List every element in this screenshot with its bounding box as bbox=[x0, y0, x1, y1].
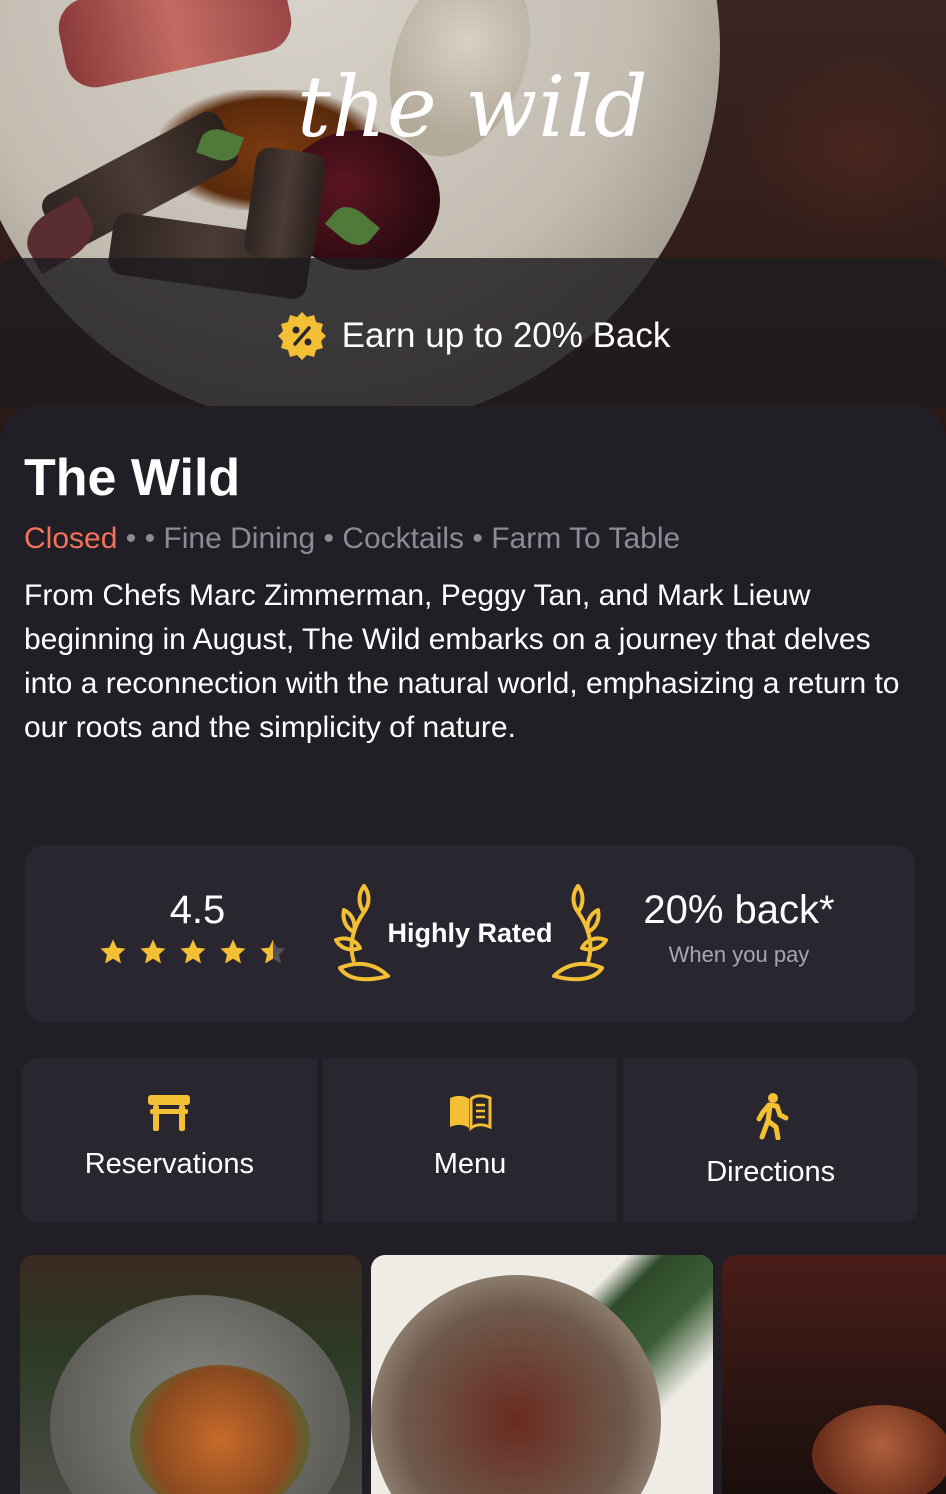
star-rating bbox=[98, 937, 288, 967]
menu-label: Menu bbox=[433, 1148, 507, 1180]
action-bar: Reservations Menu Directions bbox=[22, 1058, 919, 1223]
menu-button[interactable]: Menu bbox=[322, 1058, 618, 1223]
category-list: • Fine Dining • Cocktails • Farm To Tabl… bbox=[144, 522, 681, 555]
restaurant-description: From Chefs Marc Zimmerman, Peggy Tan, an… bbox=[24, 579, 900, 744]
promo-text: Earn up to 20% Back bbox=[341, 316, 671, 355]
rating-value: 4.5 bbox=[169, 888, 226, 932]
directions-label: Directions bbox=[706, 1156, 836, 1188]
laurel-right-icon bbox=[552, 884, 608, 982]
cashback-title: 20% back* bbox=[643, 888, 835, 932]
gallery-photo[interactable] bbox=[20, 1255, 362, 1494]
table-icon bbox=[148, 1095, 191, 1131]
walking-icon bbox=[756, 1093, 789, 1140]
tag-separator: • bbox=[117, 522, 145, 555]
restaurant-logo: the wild bbox=[297, 58, 649, 156]
reservations-label: Reservations bbox=[84, 1148, 254, 1180]
gallery-photo[interactable] bbox=[722, 1255, 946, 1494]
cashback-subtitle: When you pay bbox=[668, 942, 810, 967]
half-star-icon bbox=[260, 939, 286, 964]
star-icon bbox=[180, 939, 206, 964]
menu-book-icon bbox=[450, 1094, 492, 1132]
star-icon bbox=[140, 939, 166, 964]
directions-button[interactable]: Directions bbox=[623, 1058, 919, 1223]
restaurant-name: The Wild bbox=[24, 449, 241, 507]
star-icon bbox=[100, 939, 126, 964]
highly-rated-badge: Highly Rated bbox=[387, 918, 553, 948]
gallery-photo[interactable] bbox=[371, 1255, 713, 1494]
restaurant-tags: Closed • • Fine Dining • Cocktails • Far… bbox=[24, 522, 680, 556]
percent-badge-icon bbox=[277, 312, 326, 360]
hero-image: the wild bbox=[0, 0, 946, 440]
status-badge: Closed bbox=[24, 522, 118, 555]
promo-banner[interactable]: Earn up to 20% Back bbox=[0, 310, 946, 362]
star-icon bbox=[220, 939, 246, 964]
photo-gallery[interactable] bbox=[20, 1255, 946, 1494]
reservations-button[interactable]: Reservations bbox=[22, 1058, 317, 1223]
food-element bbox=[812, 1405, 946, 1494]
